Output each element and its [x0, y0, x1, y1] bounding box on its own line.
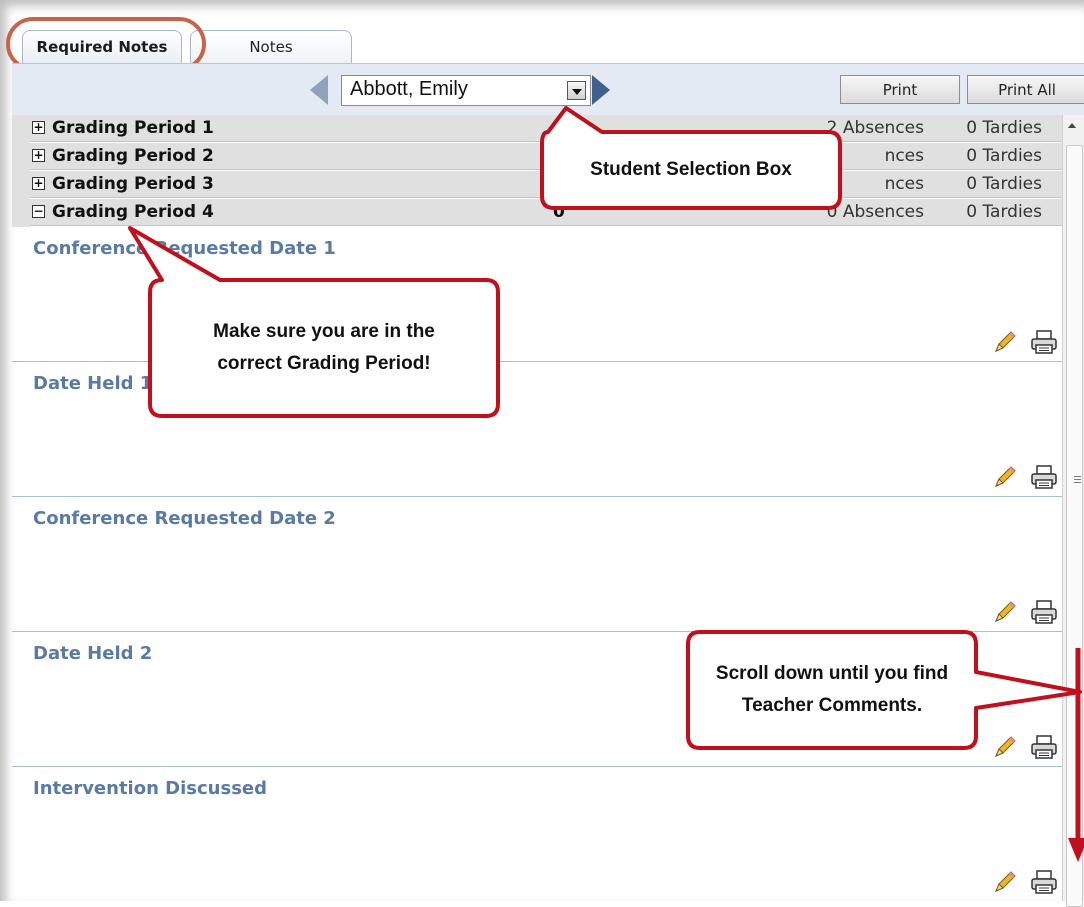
expand-icon[interactable]: +: [32, 177, 45, 190]
student-name: Abbott, Emily: [350, 78, 468, 100]
grading-period-row[interactable]: − Grading Period 4 0 0 Absences 0 Tardie…: [30, 199, 1062, 226]
callout-scroll-line1: Scroll down until you find: [715, 663, 949, 684]
grading-period-name: Grading Period 2: [52, 146, 214, 166]
printer-icon[interactable]: [1030, 329, 1058, 355]
expand-icon[interactable]: +: [32, 149, 45, 162]
absences-count: 2 Absences: [826, 118, 924, 138]
pencil-icon[interactable]: [992, 599, 1018, 625]
previous-student-icon[interactable]: [310, 75, 328, 105]
tab-notes[interactable]: Notes: [190, 30, 352, 63]
pencil-icon[interactable]: [992, 869, 1018, 895]
callout-student-selection: Student Selection Box: [590, 159, 792, 180]
collapse-icon[interactable]: −: [32, 205, 45, 218]
expand-icon[interactable]: +: [32, 121, 45, 134]
note-title: Conference Requested Date 2: [33, 508, 336, 529]
absences-count: nces: [884, 174, 924, 194]
vertical-scrollbar[interactable]: [1062, 115, 1084, 907]
tardies-count: 0 Tardies: [966, 118, 1042, 138]
grading-period-count: 0: [553, 118, 565, 138]
student-selection-box[interactable]: Abbott, Emily: [341, 75, 591, 106]
absences-count: 0 Absences: [826, 202, 924, 222]
tardies-count: 0 Tardies: [966, 146, 1042, 166]
note-section: Date Held 1: [12, 362, 1062, 497]
pencil-icon[interactable]: [992, 329, 1018, 355]
note-title: Date Held 1: [33, 373, 153, 394]
required-notes-window: Required Notes Notes Abbott, Emily Print…: [0, 0, 1084, 907]
printer-icon[interactable]: [1030, 464, 1058, 490]
grading-period-name: Grading Period 1: [52, 118, 214, 138]
grip-icon: [1074, 476, 1081, 477]
print-all-button[interactable]: Print All: [967, 75, 1084, 104]
grading-period-name: Grading Period 3: [52, 174, 214, 194]
note-title: Intervention Discussed: [33, 778, 268, 799]
tardies-count: 0 Tardies: [966, 202, 1042, 222]
pencil-icon[interactable]: [992, 464, 1018, 490]
callout-grading-line1: Make sure you are in the: [213, 321, 435, 342]
note-section: Conference Requested Date 2: [12, 497, 1062, 632]
student-toolbar: Abbott, Emily Print Print All: [12, 63, 1084, 116]
chevron-down-icon[interactable]: [567, 81, 586, 100]
grading-period-count: 0: [553, 202, 565, 222]
grading-period-gutter: [12, 115, 30, 227]
scrollbar-thumb[interactable]: [1066, 145, 1083, 907]
grading-period-name: Grading Period 4: [52, 202, 214, 222]
absences-count: nces: [884, 146, 924, 166]
printer-icon[interactable]: [1030, 869, 1058, 895]
tardies-count: 0 Tardies: [966, 174, 1042, 194]
next-student-icon[interactable]: [592, 75, 610, 105]
grading-period-row[interactable]: + Grading Period 1 0 2 Absences 0 Tardie…: [30, 115, 1062, 142]
note-section: Intervention Discussed: [12, 767, 1062, 901]
print-button[interactable]: Print: [840, 75, 960, 104]
pencil-icon[interactable]: [992, 734, 1018, 760]
callout-scroll-line2: Teacher Comments.: [741, 695, 923, 716]
note-title: Conference Requested Date 1: [33, 238, 336, 259]
note-title: Date Held 2: [33, 643, 153, 664]
printer-icon[interactable]: [1030, 599, 1058, 625]
callout-grading-line2: correct Grading Period!: [217, 353, 431, 374]
scroll-up-icon[interactable]: [1068, 123, 1076, 128]
printer-icon[interactable]: [1030, 734, 1058, 760]
